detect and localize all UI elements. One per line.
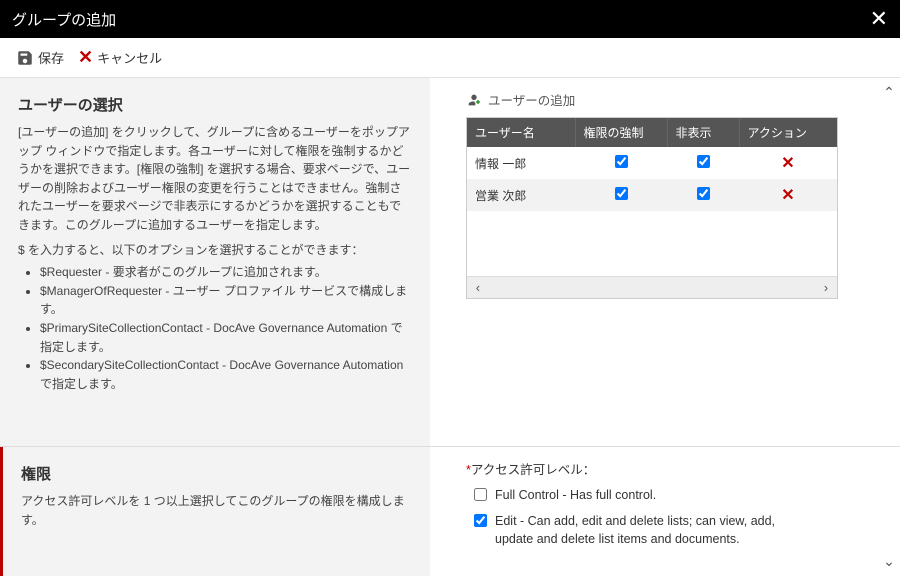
scroll-right-icon[interactable]: › [815,281,837,295]
user-table: ユーザー名 権限の強制 非表示 アクション 情報 一郎 ✕ [466,117,838,299]
perm-item-full-control[interactable]: Full Control - Has full control. [474,486,804,504]
hidden-checkbox[interactable] [697,187,710,200]
horizontal-scrollbar[interactable]: ‹ › [467,276,837,298]
dialog-title: グループの追加 [12,9,116,30]
perm-text: Full Control - Has full control. [495,486,656,504]
option-item: $SecondarySiteCollectionContact - DocAve… [40,356,412,393]
perm-text: Edit - Can add, edit and delete lists; c… [495,512,804,548]
delete-icon[interactable]: ✕ [781,187,794,204]
cancel-label: キャンセル [97,48,162,67]
perm-checkbox[interactable] [474,514,487,527]
perm-checkbox[interactable] [474,488,487,501]
enforce-checkbox[interactable] [615,187,628,200]
section-permissions: 権限 アクセス許可レベルを 1 つ以上選択してこのグループの権限を構成します。 [0,447,430,576]
th-enforce: 権限の強制 [575,118,667,147]
cancel-icon: ✕ [78,47,93,68]
close-icon[interactable]: ✕ [870,8,888,30]
scroll-down-icon[interactable]: ⌄ [883,553,895,570]
option-item: $PrimarySiteCollectionContact - DocAve G… [40,319,412,356]
add-user-link[interactable]: ユーザーの追加 [466,90,886,109]
section2-right: *アクセス許可レベル： Full Control - Has full cont… [430,447,900,576]
th-action: アクション [739,118,837,147]
toolbar: 保存 ✕ キャンセル [0,38,900,78]
add-user-label: ユーザーの追加 [488,90,575,109]
save-icon [16,49,34,67]
section-user-select: ユーザーの選択 [ユーザーの追加] をクリックして、グループに含めるユーザーをポ… [0,78,430,446]
vertical-scrollbar[interactable]: ⌃ [878,78,900,446]
option-item: $ManagerOfRequester - ユーザー プロファイル サービスで構… [40,282,412,319]
cancel-button[interactable]: ✕ キャンセル [74,45,166,70]
section1-options: $Requester - 要求者がこのグループに追加されます。 $Manager… [40,263,412,393]
enforce-checkbox[interactable] [615,155,628,168]
option-item: $Requester - 要求者がこのグループに追加されます。 [40,263,412,282]
perm-item-edit[interactable]: Edit - Can add, edit and delete lists; c… [474,512,804,548]
th-username: ユーザー名 [467,118,575,147]
perm-level-label: *アクセス許可レベル： [466,459,886,478]
section2-desc: アクセス許可レベルを 1 つ以上選択してこのグループの権限を構成します。 [21,492,412,529]
section1-desc: [ユーザーの追加] をクリックして、グループに含めるユーザーをポップアップ ウィ… [18,123,412,235]
scroll-left-icon[interactable]: ‹ [467,281,489,295]
th-hidden: 非表示 [667,118,739,147]
section1-right: ユーザーの追加 ユーザー名 権限の強制 非表示 アクション [430,78,900,446]
table-row: 情報 一郎 ✕ [467,147,837,179]
table-row: 営業 次郎 ✕ [467,179,837,211]
save-label: 保存 [38,48,64,67]
section2-heading: 権限 [21,463,412,484]
user-plus-icon [466,92,482,108]
save-button[interactable]: 保存 [12,46,68,69]
section1-heading: ユーザーの選択 [18,94,412,115]
scroll-up-icon[interactable]: ⌃ [883,84,895,101]
cell-name: 営業 次郎 [467,179,575,211]
cell-name: 情報 一郎 [467,147,575,179]
hidden-checkbox[interactable] [697,155,710,168]
section1-opt-intro: $ を入力すると、以下のオプションを選択することができます： [18,241,412,260]
vertical-scrollbar[interactable]: ⌄ [878,447,900,576]
title-bar: グループの追加 ✕ [0,0,900,38]
delete-icon[interactable]: ✕ [781,155,794,172]
